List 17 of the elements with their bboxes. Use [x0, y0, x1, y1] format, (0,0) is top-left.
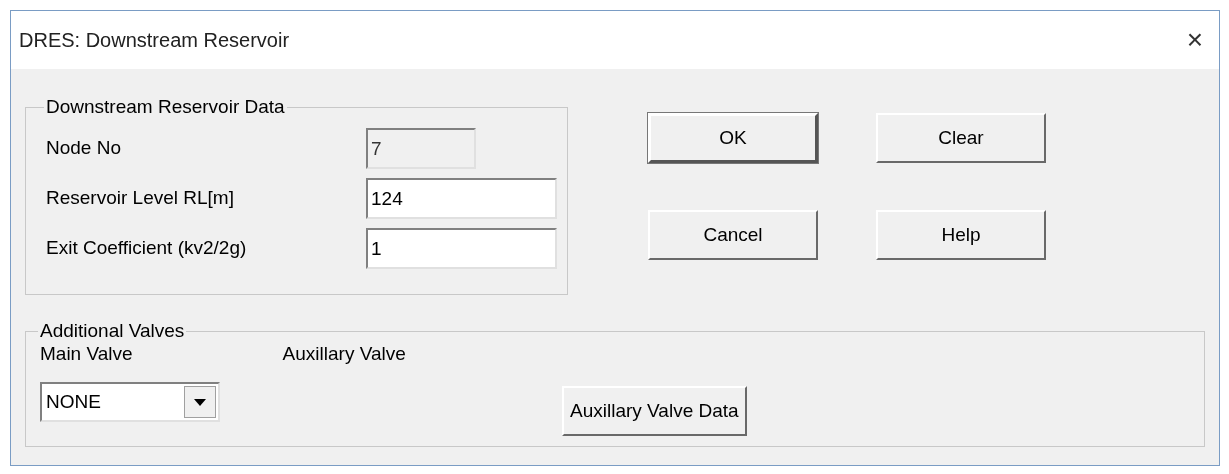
- group-label: Downstream Reservoir Data: [45, 95, 286, 119]
- field-label: Exit Coefficient (kv2/2g): [46, 236, 248, 261]
- dialog-button[interactable]: OK: [648, 113, 818, 163]
- field-label: Node No: [46, 136, 122, 161]
- window-title: DRES: Downstream Reservoir: [19, 28, 290, 53]
- dialog-button[interactable]: Cancel: [648, 210, 818, 260]
- group-label: Additional Valves: [39, 319, 186, 343]
- auxillary-valve-label: Auxillary Valve: [282, 341, 406, 366]
- field-label: Reservoir Level RL[m]: [46, 186, 235, 211]
- dialog-button[interactable]: Help: [876, 210, 1046, 260]
- dialog-button[interactable]: Clear: [876, 113, 1046, 163]
- input-field[interactable]: 124: [366, 178, 557, 219]
- auxillary-valve-data-button[interactable]: Auxillary Valve Data: [562, 386, 747, 436]
- main-valve-label: Main Valve: [40, 341, 133, 366]
- input-field[interactable]: 1: [366, 228, 557, 269]
- close-button[interactable]: ×: [1182, 26, 1207, 54]
- main-valve-dropdown[interactable]: NONE: [40, 382, 220, 422]
